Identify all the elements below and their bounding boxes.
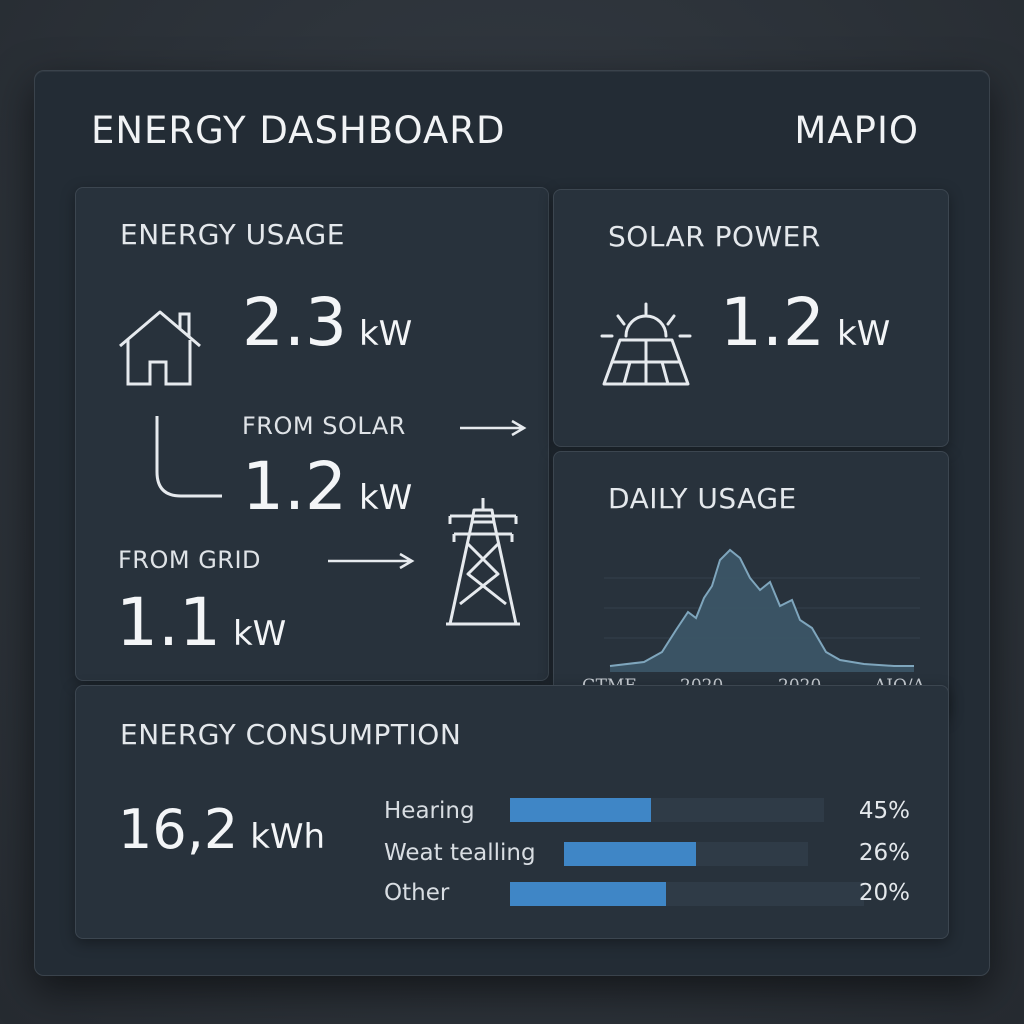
energy-consumption-readout: 16,2 kWh [118, 798, 325, 861]
solar-power-unit: kW [836, 314, 891, 354]
power-tower-icon [446, 498, 520, 626]
solar-power-value: 1.2 [720, 284, 825, 361]
energy-consumption-title: ENERGY CONSUMPTION [120, 718, 462, 751]
solar-power-readout: 1.2 kW [720, 284, 890, 361]
house-icon [119, 310, 201, 386]
consumption-bar-track [510, 798, 824, 822]
from-grid-readout: 1.1 kW [116, 584, 286, 661]
dashboard-frame: ENERGY DASHBOARD MAPIO ENERGY USAGE 2.3 k… [34, 70, 990, 976]
energy-usage-card[interactable]: ENERGY USAGE 2.3 kW FROM SOLAR 1.2 kW FROM… [75, 187, 549, 681]
solar-panel-icon [600, 302, 692, 386]
daily-usage-card[interactable]: DAILY USAGE GTME 2020 2020 AIO/A [553, 451, 949, 717]
from-grid-value: 1.1 [116, 584, 221, 661]
consumption-bar-fill [564, 842, 696, 866]
energy-usage-total-unit: kW [358, 314, 413, 354]
solar-power-title: SOLAR POWER [608, 220, 821, 253]
from-solar-unit: kW [358, 478, 413, 518]
energy-usage-title: ENERGY USAGE [120, 218, 345, 251]
consumption-item-label: Weat tealling [384, 840, 536, 866]
from-solar-readout: 1.2 kW [242, 448, 412, 525]
brand-logo[interactable]: MAPIO [794, 109, 919, 152]
daily-usage-chart [604, 548, 920, 672]
consumption-item-value: 20% [858, 880, 910, 906]
connector-line [155, 416, 222, 498]
energy-usage-total-value: 2.3 [242, 284, 347, 361]
solar-power-card[interactable]: SOLAR POWER 1.2 kW [553, 189, 949, 447]
from-grid-unit: kW [232, 614, 287, 654]
consumption-bar-fill [510, 882, 666, 906]
consumption-bar-track [510, 882, 864, 906]
from-solar-label: FROM SOLAR [242, 412, 406, 440]
energy-consumption-card[interactable]: ENERGY CONSUMPTION 16,2 kWh Hearing 45% W… [75, 685, 949, 939]
arrow-right-icon [328, 552, 415, 570]
energy-usage-total: 2.3 kW [242, 284, 412, 361]
consumption-bar-track [564, 842, 808, 866]
daily-usage-title: DAILY USAGE [608, 482, 797, 515]
energy-consumption-value: 16,2 [118, 798, 239, 861]
consumption-item-value: 26% [858, 840, 910, 866]
app-title: ENERGY DASHBOARD [91, 109, 506, 152]
arrow-right-icon [460, 419, 527, 437]
consumption-item-label: Hearing [384, 798, 475, 824]
from-solar-value: 1.2 [242, 448, 347, 525]
consumption-item-label: Other [384, 880, 450, 906]
consumption-item-value: 45% [858, 798, 910, 824]
daily-usage-area [610, 550, 914, 672]
from-grid-label: FROM GRID [118, 546, 262, 574]
energy-consumption-unit: kWh [250, 817, 326, 857]
consumption-bar-fill [510, 798, 652, 822]
